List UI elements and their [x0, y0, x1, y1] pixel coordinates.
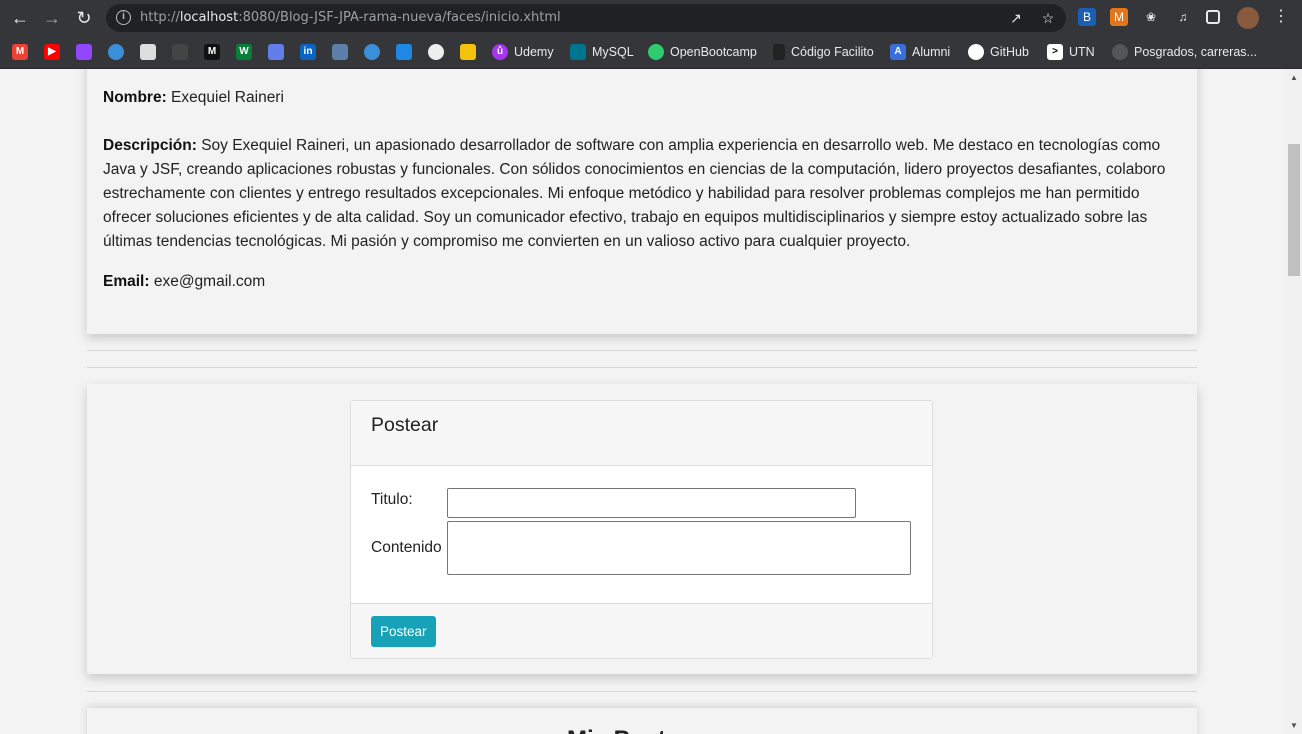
divider: [87, 367, 1197, 368]
gmail-icon: M: [12, 44, 28, 60]
extensions-icon[interactable]: ❀: [1142, 8, 1160, 26]
github-icon: [968, 44, 984, 60]
divider: [87, 350, 1197, 351]
globe-icon: [428, 44, 444, 60]
my-posts-title: Mis Posts: [567, 726, 679, 734]
postear-button[interactable]: Postear: [371, 616, 436, 647]
bookmark-15[interactable]: [460, 42, 476, 62]
scrollbar-thumb[interactable]: [1288, 144, 1300, 276]
m-icon: M: [204, 44, 220, 60]
posgrados-icon: [1112, 44, 1128, 60]
titulo-input[interactable]: [447, 488, 856, 518]
media-icon[interactable]: ♫: [1174, 8, 1192, 26]
linkedin-icon: in: [300, 44, 316, 60]
titulo-label: Titulo:: [371, 491, 413, 508]
bookmark-4[interactable]: [108, 42, 124, 62]
profile-name: Nombre: Exequiel Raineri: [103, 89, 284, 106]
address-bar[interactable]: i http://localhost:8080/Blog-JSF-JPA-ram…: [106, 4, 1066, 32]
page-viewport: Nombre: Exequiel Raineri Descripción: So…: [0, 69, 1286, 734]
linkedin-bookmark[interactable]: in: [300, 42, 316, 62]
twitch-bookmark[interactable]: [76, 42, 92, 62]
bookmark-8[interactable]: W: [236, 42, 252, 62]
panel-title: Postear: [371, 414, 439, 436]
divider: [87, 691, 1197, 692]
post-card: Postear Titulo: Contenido Postear: [87, 384, 1197, 674]
udemy-icon: ů: [492, 44, 508, 60]
twitch-icon: [76, 44, 92, 60]
scroll-up-icon[interactable]: ▲: [1290, 73, 1298, 82]
bookmark-5[interactable]: [140, 42, 156, 62]
forward-icon[interactable]: →: [40, 6, 64, 30]
youtube-bookmark[interactable]: ▶: [44, 42, 60, 62]
ball-icon: [140, 44, 156, 60]
bookmark-7[interactable]: M: [204, 42, 220, 62]
bookmark-mysql[interactable]: MySQL: [570, 42, 634, 62]
bookmark-11[interactable]: [332, 42, 348, 62]
codigo-facilito-icon: [773, 44, 785, 60]
profile-card: Nombre: Exequiel Raineri Descripción: So…: [87, 69, 1197, 334]
circle-g2-icon: [364, 44, 380, 60]
coder-icon: [172, 44, 188, 60]
menu-icon[interactable]: ⋮: [1272, 8, 1290, 26]
avatar[interactable]: [1237, 7, 1259, 29]
bookmark-alumni[interactable]: A Alumni: [890, 42, 950, 62]
bookmark-star-icon[interactable]: ☆: [1040, 10, 1056, 26]
bookmark-udemy[interactable]: ů Udemy: [492, 42, 554, 62]
my-posts-card: Mis Posts: [87, 708, 1197, 734]
bookmark-codigo-facilito[interactable]: Código Facilito: [773, 42, 874, 62]
browser-toolbar: ← → ↻ i http://localhost:8080/Blog-JSF-J…: [0, 0, 1302, 36]
cloud-icon: [396, 44, 412, 60]
panel-header: Postear: [351, 401, 932, 466]
contenido-label: Contenido: [371, 539, 442, 556]
side-panel-icon[interactable]: [1206, 10, 1220, 24]
bookmark-12[interactable]: [364, 42, 380, 62]
reload-icon[interactable]: ↻: [72, 6, 96, 30]
youtube-icon: ▶: [44, 44, 60, 60]
url-text[interactable]: http://localhost:8080/Blog-JSF-JPA-rama-…: [140, 10, 561, 25]
gmail-bookmark[interactable]: M: [12, 42, 28, 62]
w-icon: W: [236, 44, 252, 60]
mysql-icon: [570, 44, 586, 60]
panel-body: Titulo: Contenido: [351, 466, 932, 603]
bookmark-openbootcamp[interactable]: OpenBootcamp: [648, 42, 757, 62]
site-info-icon[interactable]: i: [116, 10, 131, 25]
alumni-icon: A: [890, 44, 906, 60]
back-icon[interactable]: ←: [8, 6, 32, 30]
bookmark-posgrados[interactable]: Posgrados, carreras...: [1112, 42, 1257, 62]
folder-icon: [460, 44, 476, 60]
bookmark-6[interactable]: [172, 42, 188, 62]
bitwarden-icon[interactable]: B: [1078, 8, 1096, 26]
bookmark-github[interactable]: GitHub: [968, 42, 1029, 62]
page-scrollbar[interactable]: ▲ ▼: [1286, 69, 1302, 734]
panel-footer: Postear: [351, 603, 932, 658]
photo-icon: [332, 44, 348, 60]
bookmark-13[interactable]: [396, 42, 412, 62]
terminal-icon: >: [1047, 44, 1063, 60]
bookmark-utn[interactable]: > UTN: [1047, 42, 1095, 62]
post-form-panel: Postear Titulo: Contenido Postear: [350, 400, 933, 659]
bookmark-9[interactable]: [268, 42, 284, 62]
bookmarks-bar: M ▶ M W in ů Udemy MySQL OpenBootcamp Cód…: [0, 36, 1302, 69]
openbootcamp-icon: [648, 44, 664, 60]
eth-icon: [268, 44, 284, 60]
scroll-down-icon[interactable]: ▼: [1290, 721, 1298, 730]
contenido-textarea[interactable]: [447, 521, 911, 575]
bookmark-14[interactable]: [428, 42, 444, 62]
share-icon[interactable]: ↗: [1008, 10, 1024, 26]
profile-email: Email: exe@gmail.com: [103, 273, 266, 290]
profile-description: Descripción: Soy Exequiel Raineri, un ap…: [103, 137, 1166, 250]
metamask-icon[interactable]: M: [1110, 8, 1128, 26]
circle-g-icon: [108, 44, 124, 60]
